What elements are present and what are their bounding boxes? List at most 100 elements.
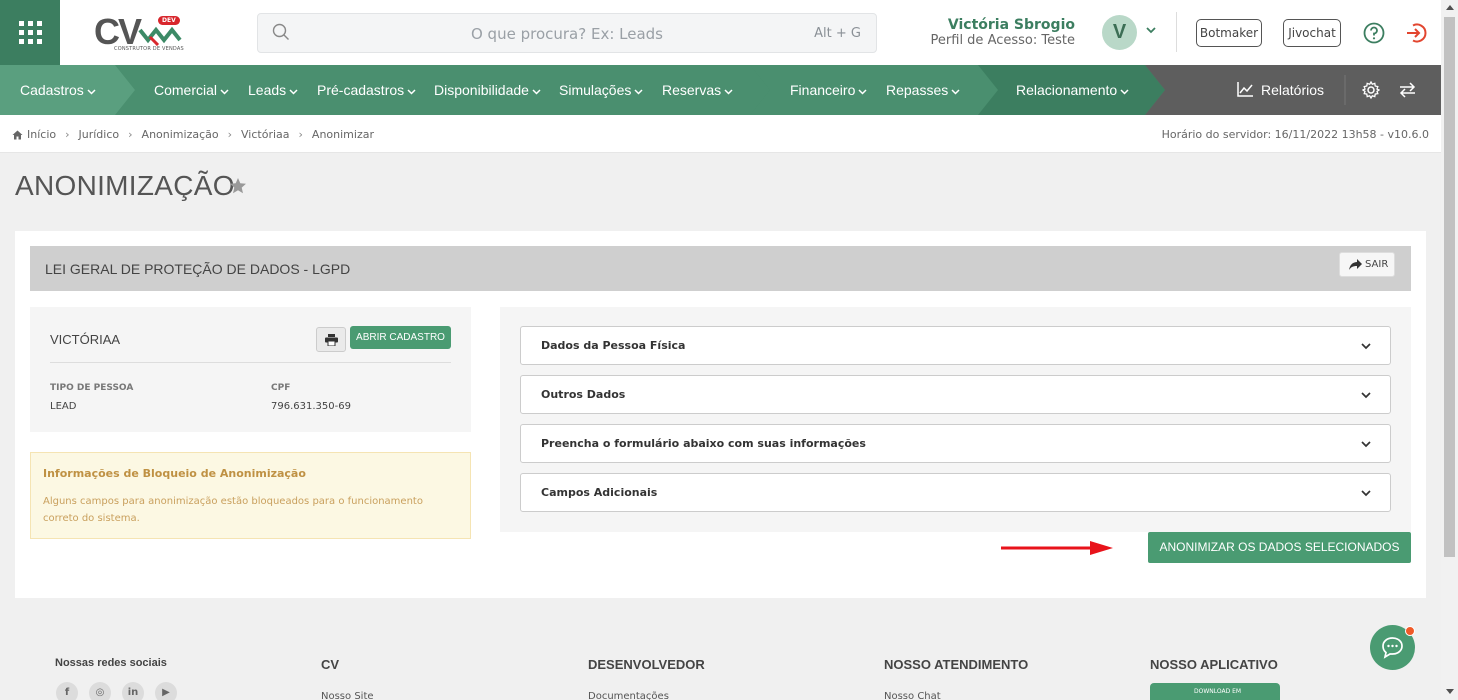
favorite-star-icon[interactable]	[229, 177, 247, 195]
footer-link-chat[interactable]: Nosso Chat	[884, 691, 941, 700]
scroll-down-icon[interactable]	[1446, 689, 1454, 694]
nav-label: Simulações	[559, 82, 632, 98]
breadcrumb-juridico[interactable]: Jurídico	[79, 128, 120, 141]
nav-disponibilidade[interactable]: Disponibilidade	[434, 65, 541, 115]
google-play-badge[interactable]: DOWNLOAD EM	[1150, 683, 1280, 700]
nav-leads[interactable]: Leads	[248, 65, 298, 115]
nav-comercial[interactable]: Comercial	[154, 65, 229, 115]
footer-dev-heading: DESENVOLVEDOR	[588, 657, 705, 672]
chevron-down-icon	[532, 89, 541, 95]
server-time: Horário do servidor: 16/11/2022 13h58 - …	[1161, 128, 1429, 141]
nav-label: Pré-cadastros	[317, 82, 405, 98]
page-scrollbar[interactable]	[1441, 0, 1458, 700]
cpf-value: 796.631.350-69	[271, 401, 351, 412]
nav-pre-cadastros[interactable]: Pré-cadastros	[317, 65, 416, 115]
logo-dev-badge: DEV	[158, 16, 180, 25]
footer-link-site[interactable]: Nosso Site	[321, 691, 374, 700]
scrollbar-thumb[interactable]	[1444, 17, 1455, 557]
logo-subtitle: CONSTRUTOR DE VENDAS	[114, 46, 184, 52]
accordion-label: Campos Adicionais	[541, 486, 658, 499]
chat-bubble-icon	[1382, 637, 1403, 659]
section-title: LEI GERAL DE PROTEÇÃO DE DADOS - LGPD	[45, 261, 351, 277]
accordion-label: Preencha o formulário abaixo com suas in…	[541, 437, 866, 450]
nav-label: Comercial	[154, 82, 218, 98]
jivochat-button[interactable]: Jivochat	[1283, 19, 1341, 47]
divider	[1176, 12, 1177, 52]
chevron-right-icon: ›	[128, 128, 133, 141]
nav-simulacoes[interactable]: Simulações	[559, 65, 643, 115]
person-name: VICTÓRIAA	[50, 332, 121, 347]
nav-label: Financeiro	[790, 82, 856, 98]
chart-line-icon	[1237, 82, 1253, 97]
open-record-button[interactable]: ABRIR CADASTRO	[350, 326, 451, 349]
breadcrumb-bar: Início › Jurídico › Anonimização › Victó…	[0, 115, 1441, 153]
print-button[interactable]	[316, 327, 346, 352]
help-icon[interactable]	[1363, 22, 1385, 44]
nav-label: Relacionamento	[1016, 82, 1118, 98]
chevron-down-icon[interactable]	[1145, 24, 1157, 36]
breadcrumb-anonimizar: Anonimizar	[311, 128, 374, 141]
breadcrumb-anonimizacao[interactable]: Anonimização	[142, 128, 219, 141]
exit-label: SAIR	[1365, 259, 1389, 270]
nav-label: Reservas	[662, 82, 722, 98]
nav-financeiro[interactable]: Financeiro	[790, 65, 867, 115]
accordion-item-campos-adicionais[interactable]: Campos Adicionais	[520, 473, 1391, 512]
exit-button[interactable]: SAIR	[1339, 252, 1395, 277]
chevron-down-icon	[634, 89, 643, 95]
warning-title: Informações de Bloqueio de Anonimização	[43, 467, 306, 480]
accordion-item-pessoa-fisica[interactable]: Dados da Pessoa Física	[520, 326, 1391, 365]
chevron-down-icon	[724, 89, 733, 95]
person-type-label: TIPO DE PESSOA	[50, 383, 134, 393]
share-arrow-icon	[1349, 259, 1362, 270]
chevron-down-icon	[220, 89, 229, 95]
nav-relacionamento[interactable]: Relacionamento	[1016, 65, 1129, 115]
app-badge-text: DOWNLOAD EM	[1194, 688, 1242, 695]
nav-cadastros[interactable]: Cadastros	[20, 65, 96, 115]
accordion-item-outros-dados[interactable]: Outros Dados	[520, 375, 1391, 414]
youtube-icon[interactable]: ▶	[155, 682, 177, 700]
breadcrumb-victoriaa[interactable]: Victóriaa	[241, 128, 290, 141]
footer-social-heading: Nossas redes sociais	[55, 657, 167, 669]
apps-grid-button[interactable]	[0, 0, 60, 65]
swap-icon[interactable]	[1399, 82, 1416, 98]
nav-relatorios[interactable]: Relatórios	[1237, 65, 1324, 115]
search-placeholder: O que procura? Ex: Leads	[470, 25, 663, 43]
scroll-up-icon[interactable]	[1446, 5, 1454, 10]
accordion-item-formulario[interactable]: Preencha o formulário abaixo com suas in…	[520, 424, 1391, 463]
breadcrumb: Início › Jurídico › Anonimização › Victó…	[12, 128, 374, 141]
nav-label: Disponibilidade	[434, 82, 529, 98]
instagram-icon[interactable]: ◎	[89, 682, 111, 700]
chevron-down-icon	[858, 89, 867, 95]
footer-app-heading: NOSSO APLICATIVO	[1150, 657, 1278, 672]
botmaker-button[interactable]: Botmaker	[1196, 19, 1262, 47]
top-header: CV DEV CONSTRUTOR DE VENDAS O que procur…	[0, 0, 1441, 65]
footer-link-docs[interactable]: Documentações	[588, 691, 669, 700]
notification-dot	[1405, 626, 1415, 636]
accordion-label: Outros Dados	[541, 388, 626, 401]
avatar[interactable]: V	[1102, 15, 1137, 50]
logout-icon[interactable]	[1404, 21, 1428, 45]
warning-text: Alguns campos para anonimização estão bl…	[43, 496, 423, 524]
chevron-right-icon: ›	[298, 128, 303, 141]
facebook-icon[interactable]: f	[56, 682, 78, 700]
user-name[interactable]: Victória Sbrogio	[948, 17, 1075, 33]
breadcrumb-inicio[interactable]: Início	[27, 128, 56, 141]
linkedin-icon[interactable]: in	[122, 682, 144, 700]
chevron-down-icon	[1361, 392, 1371, 399]
footer-cv-heading: CV	[321, 657, 340, 672]
nav-repasses[interactable]: Repasses	[886, 65, 960, 115]
nav-label: Repasses	[886, 82, 949, 98]
chevron-down-icon	[1361, 441, 1371, 448]
gear-icon[interactable]	[1362, 81, 1380, 99]
anonymize-selected-button[interactable]: ANONIMIZAR OS DADOS SELECIONADOS	[1148, 532, 1411, 563]
search-input[interactable]: O que procura? Ex: Leads Alt + G	[257, 13, 877, 53]
chevron-down-icon	[407, 89, 416, 95]
user-profile: Perfil de Acesso: Teste	[930, 33, 1075, 48]
nav-reservas[interactable]: Reservas	[662, 65, 733, 115]
nav-label: Relatórios	[1261, 82, 1325, 98]
cv-logo[interactable]: CV DEV CONSTRUTOR DE VENDAS	[94, 12, 186, 54]
nav-label: Cadastros	[20, 82, 84, 98]
search-shortcut: Alt + G	[814, 26, 861, 41]
accordion-label: Dados da Pessoa Física	[541, 339, 686, 352]
cpf-label: CPF	[271, 383, 291, 393]
